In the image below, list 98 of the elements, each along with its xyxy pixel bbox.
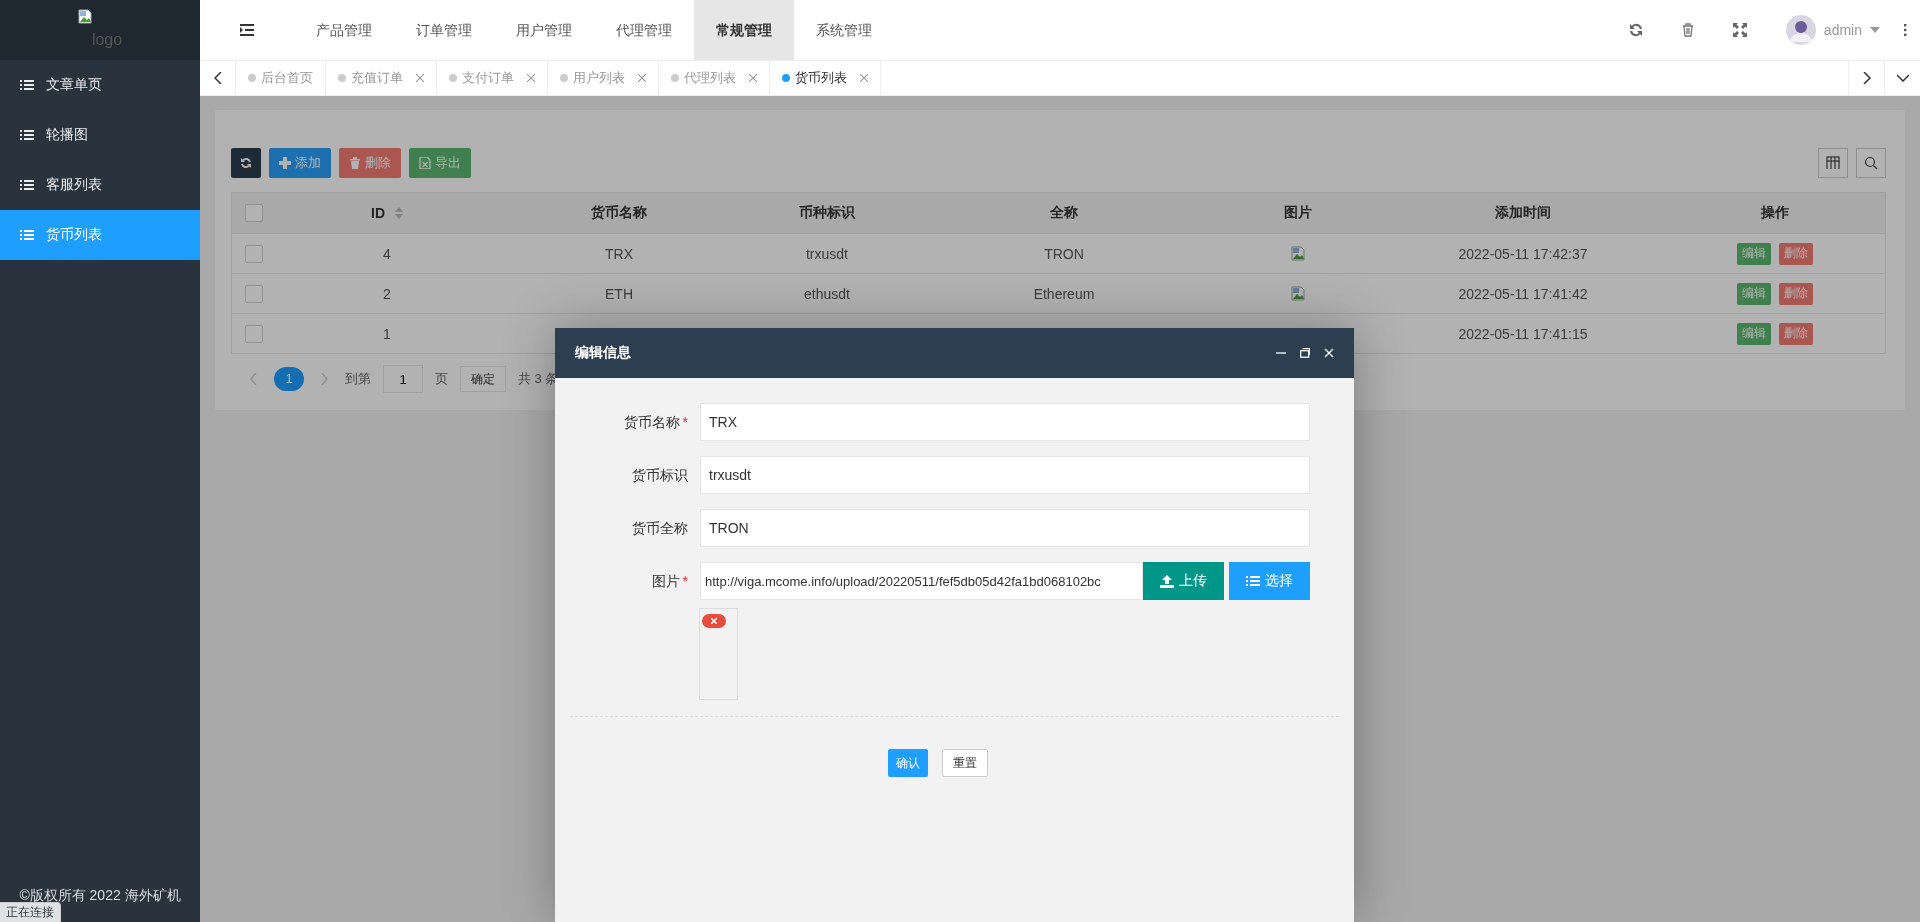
dot-icon [671, 74, 679, 82]
columns-icon [1826, 156, 1840, 170]
search-icon [1864, 156, 1878, 170]
refresh-button[interactable] [231, 148, 261, 178]
list-icon [20, 179, 34, 191]
close-icon [749, 74, 757, 82]
menu-icon [240, 24, 254, 36]
column-header[interactable]: 操作 [1760, 204, 1789, 222]
menu-item[interactable]: 代理管理 [594, 0, 694, 60]
close-icon [416, 74, 424, 82]
list-icon [20, 229, 34, 241]
sidebar-item[interactable]: 文章单页 [0, 60, 200, 110]
maximize-button[interactable] [1300, 348, 1310, 358]
table-cell: trxusdt [806, 245, 848, 262]
refresh-icon [240, 157, 252, 169]
menu-item[interactable]: 常规管理 [694, 0, 794, 60]
chevron-right-icon [321, 373, 328, 385]
field-label: 货币全称 [631, 519, 689, 538]
column-header[interactable]: 货币名称 [591, 204, 647, 222]
file-icon [419, 157, 431, 169]
input-field[interactable]: trxusdt [700, 456, 1310, 494]
column-header[interactable]: 全称 [1050, 204, 1078, 222]
table-cell: 2 [383, 285, 391, 302]
field-label: 货币标识 [631, 466, 689, 485]
checkbox[interactable] [245, 284, 263, 303]
goto-label: 到第 [345, 370, 371, 388]
table-cell: ETH [605, 285, 633, 302]
table-cell: 4 [383, 245, 391, 262]
list-icon [20, 79, 34, 91]
table-cell: ethusdt [804, 285, 850, 302]
field-label: 图片 * [650, 572, 689, 591]
dot-icon [338, 74, 346, 82]
chevron-down-icon [1896, 74, 1909, 82]
column-header[interactable]: 币种标识 [799, 204, 855, 222]
close-icon [711, 618, 717, 624]
page-tab[interactable]: 货币列表 [770, 61, 881, 95]
menu-item[interactable]: 用户管理 [494, 0, 594, 60]
fullscreen-icon [1732, 23, 1747, 37]
field-label: 货币名称 * [622, 413, 689, 432]
required-mark: * [682, 573, 688, 589]
confirm-button[interactable]: 确定 [460, 366, 506, 392]
table-cell: TRX [605, 245, 633, 262]
tab-label[interactable]: 货币列表 [795, 69, 847, 87]
more-icon [1903, 24, 1907, 36]
menu-item[interactable]: 产品管理 [294, 0, 394, 60]
required-mark: * [682, 414, 688, 430]
dot-icon [449, 74, 457, 82]
checkbox[interactable] [245, 204, 263, 222]
menu-item[interactable]: 订单管理 [394, 0, 494, 60]
list-icon [1246, 575, 1260, 587]
avatar-icon [1785, 15, 1816, 45]
chevron-left-icon [250, 373, 257, 385]
table-cell: 1 [383, 325, 391, 342]
close-icon [638, 74, 646, 82]
column-header[interactable]: ID [371, 205, 385, 221]
checkbox[interactable] [245, 244, 263, 263]
input-field[interactable]: http://viga.mcome.info/upload/20220511/fef5db05d42fa1bd068102bc [700, 562, 1143, 600]
columns-button[interactable] [1818, 148, 1848, 178]
copyright-text: ©版权所有 2022 海外矿机 [19, 887, 181, 905]
status-bubble: 正在连接 [0, 902, 61, 922]
table-cell: TRON [1044, 245, 1084, 262]
table-cell: Ethereum [1033, 285, 1095, 302]
minimize-icon [1276, 352, 1286, 354]
close-icon [527, 74, 535, 82]
table-cell: 2022-05-11 17:41:15 [1458, 325, 1588, 342]
list-icon [20, 129, 34, 141]
dot-icon [560, 74, 568, 82]
chevron-right-icon [1862, 72, 1871, 84]
menu-item[interactable]: 系统管理 [794, 0, 894, 60]
maximize-icon [1300, 348, 1310, 358]
chevron-left-icon [213, 72, 222, 84]
page-suffix: 页 [435, 370, 448, 388]
dot-icon [248, 74, 256, 82]
broken-image-icon [77, 9, 92, 24]
close-icon [1324, 348, 1334, 358]
search-button[interactable] [1856, 148, 1886, 178]
upload-button[interactable]: 上传 [1143, 562, 1224, 600]
trash-icon [1680, 23, 1695, 37]
dot-icon [782, 74, 790, 82]
close-icon [860, 74, 868, 82]
sidebar-item[interactable]: 轮播图 [0, 110, 200, 160]
table-cell: 2022-05-11 17:42:37 [1458, 245, 1588, 262]
column-header[interactable]: 图片 [1284, 204, 1312, 222]
table-cell: 2022-05-11 17:41:42 [1458, 285, 1588, 302]
dialog-title: 编辑信息 [575, 344, 631, 362]
sidebar-item[interactable]: 客服列表 [0, 160, 200, 210]
upload-icon [1160, 574, 1174, 588]
refresh-icon [1628, 23, 1643, 37]
remove-button[interactable] [702, 614, 726, 628]
page-input[interactable]: 1 [383, 365, 423, 393]
input-field[interactable]: TRON [700, 509, 1310, 547]
plus-icon [279, 157, 291, 169]
column-header[interactable]: 添加时间 [1495, 204, 1551, 222]
input-field[interactable]: TRX [700, 403, 1310, 441]
trash-icon [349, 157, 361, 169]
caret-icon [1870, 27, 1880, 33]
checkbox[interactable] [245, 324, 263, 343]
reset-button[interactable]: 重置 [942, 749, 988, 777]
